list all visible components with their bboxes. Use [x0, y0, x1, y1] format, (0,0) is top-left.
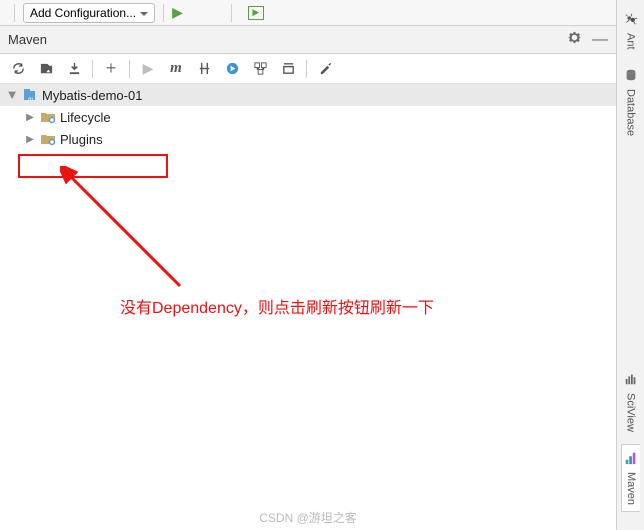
chevron-right-icon[interactable]: ▶: [24, 112, 36, 123]
annotation-arrow-icon: [60, 166, 200, 296]
maven-panel-header: Maven —: [0, 26, 616, 54]
tree-row[interactable]: ▶ Plugins: [0, 128, 616, 150]
settings-icon[interactable]: [313, 57, 337, 81]
tree-item-label: Lifecycle: [60, 110, 111, 125]
toggle-offline-icon[interactable]: [192, 57, 216, 81]
side-tab-label: SciView: [625, 393, 637, 432]
generate-sources-icon[interactable]: [34, 57, 58, 81]
chevron-down-icon[interactable]: ▶: [7, 89, 18, 101]
gear-icon[interactable]: [567, 30, 582, 50]
run-config-combo[interactable]: Add Configuration...: [23, 3, 155, 23]
separator: [231, 4, 232, 22]
svg-text:m: m: [28, 95, 33, 103]
side-tab-label: Database: [625, 89, 637, 136]
show-deps-icon[interactable]: [248, 57, 272, 81]
skip-tests-icon[interactable]: [220, 57, 244, 81]
collapse-all-icon[interactable]: [276, 57, 300, 81]
tree-root-row[interactable]: ▶ m Mybatis-demo-01: [0, 84, 616, 106]
side-tab-label: Ant: [625, 33, 637, 50]
annotation-box: [18, 154, 168, 178]
minimize-icon[interactable]: —: [592, 31, 608, 49]
run-toolbar: Add Configuration... ▶: [0, 0, 616, 26]
tree-row[interactable]: ▶ Lifecycle: [0, 106, 616, 128]
maven-tree: ▶ m Mybatis-demo-01 ▶ Lifecycle ▶ Plugin…: [0, 84, 616, 530]
refresh-icon[interactable]: [6, 57, 30, 81]
side-tab-sciview[interactable]: SciView: [622, 366, 640, 438]
chevron-right-icon[interactable]: ▶: [24, 134, 36, 145]
folder-icon: [40, 109, 56, 125]
add-icon[interactable]: +: [99, 57, 123, 81]
maven-icon: [624, 451, 638, 468]
tree-root-label: Mybatis-demo-01: [42, 88, 142, 103]
download-icon[interactable]: [62, 57, 86, 81]
run-config-label: Add Configuration...: [30, 6, 136, 20]
separator: [306, 60, 307, 78]
run-icon[interactable]: ▶: [172, 4, 183, 21]
database-icon: [624, 68, 638, 85]
separator: [92, 60, 93, 78]
annotation-text: 没有Dependency，则点击刷新按钮刷新一下: [120, 294, 434, 318]
execute-goal-icon[interactable]: m: [164, 57, 188, 81]
run-maven-icon[interactable]: ▶: [136, 57, 160, 81]
sciview-icon: [624, 372, 638, 389]
maven-toolbar: + ▶ m: [0, 54, 616, 84]
run-anything-icon[interactable]: ▶: [248, 6, 264, 20]
tree-item-label: Plugins: [60, 132, 103, 147]
maven-module-icon: m: [22, 87, 38, 103]
panel-title: Maven: [8, 32, 47, 47]
side-tab-maven[interactable]: Maven: [621, 444, 640, 512]
side-tab-ant[interactable]: Ant: [622, 6, 640, 56]
watermark: CSDN @游坦之客: [259, 509, 357, 526]
side-tab-database[interactable]: Database: [622, 62, 640, 142]
run-actions: ▶: [172, 4, 223, 21]
right-tool-strip: Ant Database SciView Maven: [616, 0, 644, 530]
misc-actions: ▶: [240, 5, 272, 21]
separator: [14, 4, 15, 22]
separator: [163, 4, 164, 22]
folder-icon: [40, 131, 56, 147]
side-tab-label: Maven: [625, 472, 637, 505]
separator: [129, 60, 130, 78]
ant-icon: [624, 12, 638, 29]
